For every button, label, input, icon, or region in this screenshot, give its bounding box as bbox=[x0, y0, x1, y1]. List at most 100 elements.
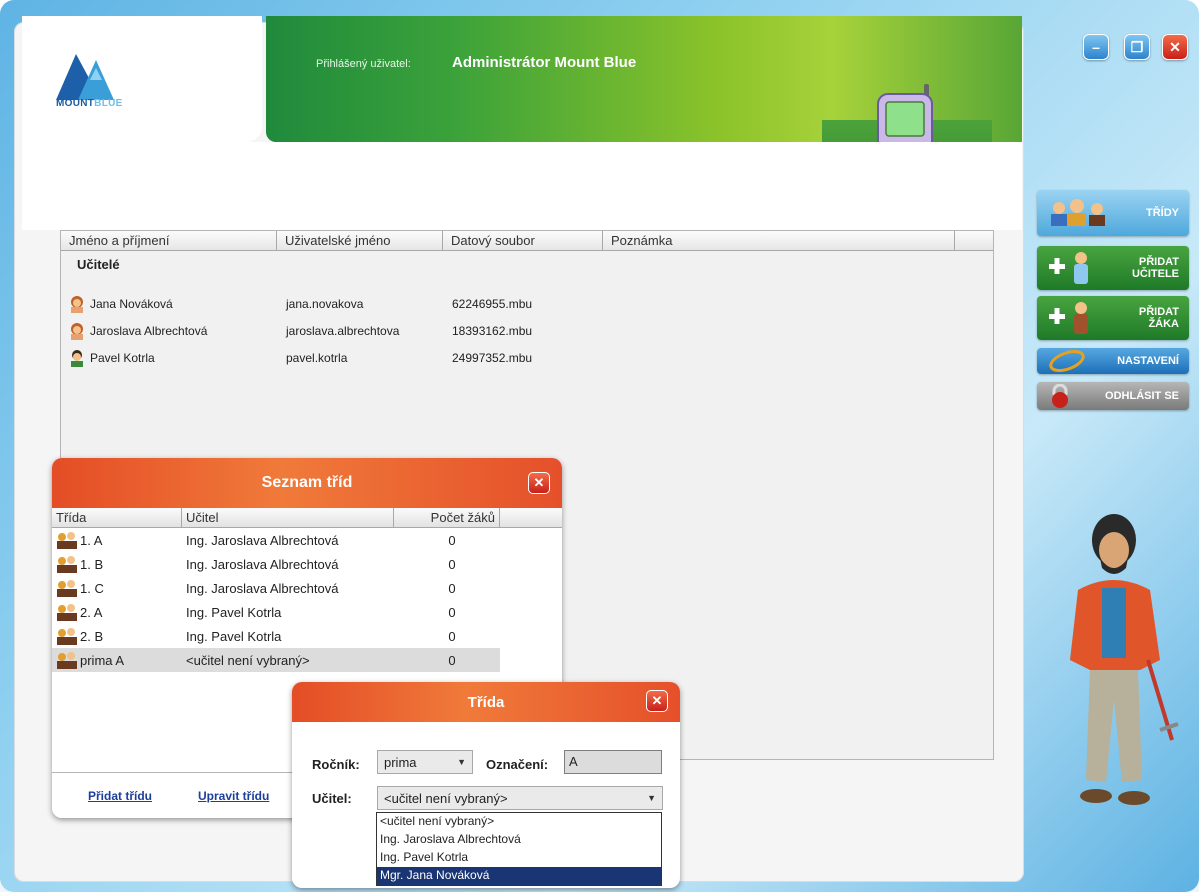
mountblue-logo-icon bbox=[56, 54, 114, 100]
add-teacher-label-line2: UČITELE bbox=[1131, 268, 1179, 280]
class-name: 1. B bbox=[80, 556, 104, 572]
class-group-icon bbox=[57, 604, 77, 621]
close-icon: ✕ bbox=[1169, 39, 1181, 55]
class-group-icon bbox=[57, 628, 77, 645]
teacher-file: 24997352.mbu bbox=[452, 351, 533, 365]
add-student-label-line2: ŽÁKA bbox=[1148, 318, 1179, 330]
sidebar-classes-button[interactable]: TŘÍDY bbox=[1037, 190, 1189, 236]
table-row[interactable]: prima A <učitel není vybraný> 0 bbox=[52, 648, 500, 672]
logged-user-label: Přihlášený uživatel: bbox=[316, 58, 411, 70]
class-student-count: 0 bbox=[448, 532, 456, 548]
rocnik-select[interactable]: prima ▼ bbox=[377, 750, 473, 774]
class-form-title: Třída bbox=[467, 693, 505, 711]
teacher-file: 18393162.mbu bbox=[452, 324, 533, 338]
class-student-count: 0 bbox=[448, 628, 456, 644]
class-form-close-button[interactable]: ✕ bbox=[646, 690, 668, 712]
class-form-header: Třída ✕ bbox=[292, 682, 680, 722]
class-student-count: 0 bbox=[448, 604, 456, 620]
logo-area: MOUNTBLUE bbox=[22, 16, 262, 142]
minimize-icon: – bbox=[1092, 39, 1100, 55]
ucitel-label: Učitel: bbox=[312, 791, 352, 806]
table-row[interactable]: Jana Nováková jana.novakova 62246955.mbu bbox=[68, 294, 572, 314]
col-teacher-header[interactable]: Učitel bbox=[182, 508, 394, 527]
teacher-name-cell: Jana Nováková bbox=[68, 295, 278, 313]
oznaceni-label: Označení: bbox=[486, 757, 549, 772]
close-icon: ✕ bbox=[651, 693, 663, 708]
class-teacher: Ing. Pavel Kotrla bbox=[186, 604, 282, 620]
class-teacher: Ing. Pavel Kotrla bbox=[186, 628, 282, 644]
teacher-name: Jaroslava Albrechtová bbox=[90, 324, 208, 338]
maximize-icon: ❐ bbox=[1130, 39, 1144, 55]
dropdown-option[interactable]: <učitel není vybraný> bbox=[377, 813, 661, 831]
oznaceni-input[interactable]: A bbox=[564, 750, 662, 774]
class-name-cell: 2. B bbox=[52, 627, 182, 645]
class-teacher: Ing. Jaroslava Albrechtová bbox=[186, 580, 339, 596]
logo-text: MOUNTBLUE bbox=[56, 98, 123, 109]
class-teacher: Ing. Jaroslava Albrechtová bbox=[186, 556, 339, 572]
edit-class-link[interactable]: Upravit třídu bbox=[198, 789, 269, 803]
logo-text-mount: MOUNT bbox=[56, 98, 95, 109]
minimize-button[interactable]: – bbox=[1083, 34, 1109, 60]
teacher-username: jaroslava.albrechtova bbox=[286, 324, 400, 338]
close-icon: ✕ bbox=[533, 475, 545, 490]
class-name: 1. A bbox=[80, 532, 103, 548]
sidebar-add-student-button[interactable]: PŘIDAT ŽÁKA bbox=[1037, 296, 1189, 340]
sidebar-add-teacher-button[interactable]: PŘIDAT UČITELE bbox=[1037, 246, 1189, 290]
table-row[interactable]: 2. B Ing. Pavel Kotrla 0 bbox=[52, 624, 562, 648]
classes-group-icon bbox=[1047, 198, 1117, 228]
dropdown-option[interactable]: Ing. Jaroslava Albrechtová bbox=[377, 831, 661, 849]
class-teacher: Ing. Jaroslava Albrechtová bbox=[186, 532, 339, 548]
table-row[interactable]: Jaroslava Albrechtová jaroslava.albrecht… bbox=[68, 321, 572, 341]
col-class-header[interactable]: Třída bbox=[52, 508, 182, 527]
climber-mascot-icon bbox=[1070, 514, 1179, 805]
teacher-name-cell: Jaroslava Albrechtová bbox=[68, 322, 278, 340]
add-student-icon bbox=[1047, 299, 1097, 337]
users-table-header: Jméno a příjmení Uživatelské jméno Datov… bbox=[61, 231, 993, 251]
table-row[interactable]: Pavel Kotrla pavel.kotrla 24997352.mbu bbox=[68, 348, 572, 368]
class-group-icon bbox=[57, 532, 77, 549]
class-list-rows: 1. A Ing. Jaroslava Albrechtová 0 1. B Ing. … bbox=[52, 528, 562, 672]
carabiner-icon bbox=[1047, 350, 1087, 372]
sidebar-classes-label: TŘÍDY bbox=[1146, 206, 1179, 219]
maximize-button[interactable]: ❐ bbox=[1124, 34, 1150, 60]
table-row[interactable]: 1. C Ing. Jaroslava Albrechtová 0 bbox=[52, 576, 562, 600]
col-file-header[interactable]: Datový soubor bbox=[443, 231, 603, 250]
class-name-cell: 1. B bbox=[52, 555, 182, 573]
table-row[interactable]: 1. A Ing. Jaroslava Albrechtová 0 bbox=[52, 528, 562, 552]
col-name-header[interactable]: Jméno a příjmení bbox=[61, 231, 277, 250]
rocnik-label: Ročník: bbox=[312, 757, 360, 772]
table-row[interactable]: 2. A Ing. Pavel Kotrla 0 bbox=[52, 600, 562, 624]
class-student-count: 0 bbox=[448, 580, 456, 596]
sidebar-logout-label: ODHLÁSIT SE bbox=[1105, 389, 1179, 402]
col-note-header[interactable]: Poznámka bbox=[603, 231, 955, 250]
dropdown-option[interactable]: Ing. Pavel Kotrla bbox=[377, 849, 661, 867]
ucitel-value: <učitel není vybraný> bbox=[384, 790, 508, 806]
col-count-header[interactable]: Počet žáků bbox=[394, 508, 500, 527]
dropdown-arrow-icon: ▼ bbox=[457, 757, 466, 767]
close-window-button[interactable]: ✕ bbox=[1162, 34, 1188, 60]
class-list-dialog-header: Seznam tříd ✕ bbox=[52, 458, 562, 508]
class-student-count: 0 bbox=[448, 652, 456, 668]
ucitel-select[interactable]: <učitel není vybraný> ▼ bbox=[377, 786, 663, 810]
teacher-name: Jana Nováková bbox=[90, 297, 173, 311]
class-list-header: Třída Učitel Počet žáků bbox=[52, 508, 562, 528]
teacher-username: pavel.kotrla bbox=[286, 351, 348, 365]
lock-icon bbox=[1047, 384, 1073, 408]
class-name-cell: 1. A bbox=[52, 531, 182, 549]
teacher-name-cell: Pavel Kotrla bbox=[68, 349, 278, 367]
sidebar-logout-button[interactable]: ODHLÁSIT SE bbox=[1037, 382, 1189, 410]
col-username-header[interactable]: Uživatelské jméno bbox=[277, 231, 443, 250]
class-teacher: <učitel není vybraný> bbox=[186, 652, 310, 668]
class-group-icon bbox=[57, 556, 77, 573]
dropdown-option-highlighted[interactable]: Mgr. Jana Nováková bbox=[377, 867, 661, 885]
class-student-count: 0 bbox=[448, 556, 456, 572]
class-list-close-button[interactable]: ✕ bbox=[528, 472, 550, 494]
add-class-link[interactable]: Přidat třídu bbox=[88, 789, 152, 803]
table-row[interactable]: 1. B Ing. Jaroslava Albrechtová 0 bbox=[52, 552, 562, 576]
teacher-file: 62246955.mbu bbox=[452, 297, 533, 311]
class-name: 1. C bbox=[80, 580, 104, 596]
sidebar-settings-button[interactable]: NASTAVENÍ bbox=[1037, 348, 1189, 374]
teacher-username: jana.novakova bbox=[286, 297, 364, 311]
class-name-cell: 2. A bbox=[52, 603, 182, 621]
class-name: 2. A bbox=[80, 604, 103, 620]
